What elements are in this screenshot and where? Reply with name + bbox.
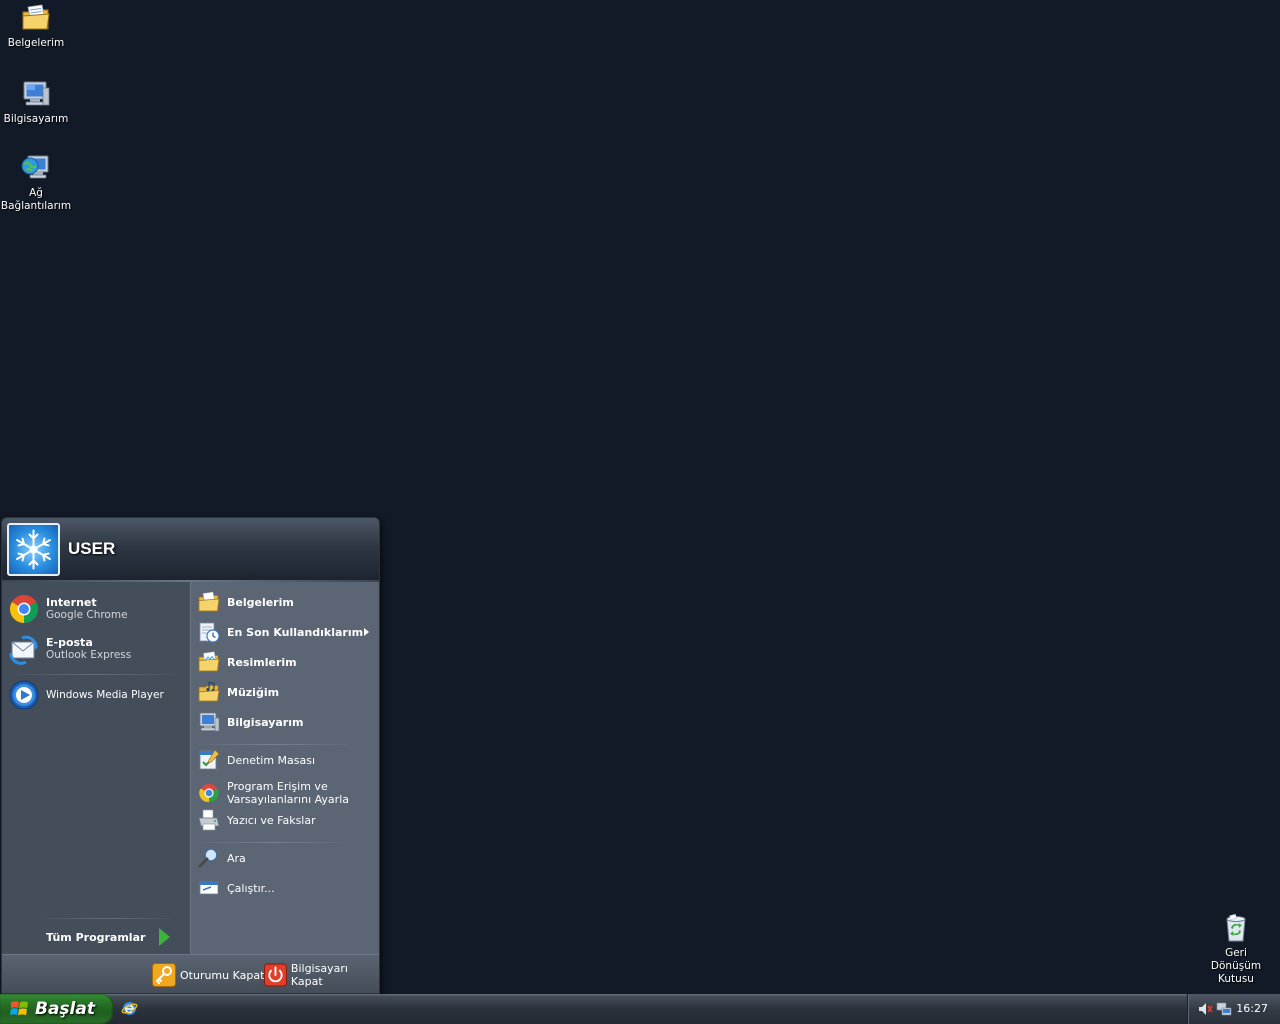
tool-item-label: Çalıştır... bbox=[227, 881, 275, 895]
pinned-item-title: Internet bbox=[46, 596, 97, 609]
volume-muted-icon[interactable] bbox=[1197, 1001, 1213, 1017]
separator bbox=[42, 918, 172, 919]
logoff-label: Oturumu Kapat bbox=[180, 968, 265, 982]
desktop-icon-label: Bilgisayarım bbox=[3, 113, 69, 125]
tool-item-ara[interactable]: Ara bbox=[197, 845, 377, 871]
recent-item-windows-media-player[interactable]: Windows Media Player bbox=[8, 677, 184, 713]
place-item-label: Resimlerim bbox=[227, 655, 297, 669]
separator bbox=[198, 842, 348, 843]
printer-icon bbox=[198, 809, 220, 831]
start-menu-header: USER bbox=[2, 518, 379, 581]
place-item-label: Belgelerim bbox=[227, 595, 294, 609]
desktop-icon-geri-donusum-kutusu[interactable]: Geri Dönüşüm Kutusu bbox=[1200, 912, 1272, 986]
snowflake-icon bbox=[16, 529, 51, 570]
program-access-icon bbox=[199, 784, 219, 803]
desktop-icon-belgelerim[interactable]: Belgelerim bbox=[0, 2, 72, 50]
settings-item-yazici-ve-fakslar[interactable]: Yazıcı ve Fakslar bbox=[197, 807, 377, 833]
pictures-folder-icon bbox=[198, 651, 220, 672]
green-arrow-icon bbox=[159, 928, 171, 946]
search-icon bbox=[198, 848, 218, 868]
music-folder-icon bbox=[198, 681, 220, 702]
settings-item-program-erisim[interactable]: Program Erişim ve Varsayılanlarını Ayarl… bbox=[197, 777, 377, 809]
windows-logo-icon bbox=[10, 1001, 28, 1016]
start-label: Başlat bbox=[35, 999, 95, 1019]
desktop-icon-ag-baglantilarim[interactable]: Ağ Bağlantılarım bbox=[0, 152, 72, 213]
pinned-item-internet[interactable]: Internet Google Chrome bbox=[8, 591, 184, 627]
clock[interactable]: 16:27 bbox=[1236, 1002, 1268, 1015]
my-computer-icon bbox=[199, 712, 220, 732]
desktop-icon-label: Belgelerim bbox=[7, 37, 65, 49]
power-icon bbox=[264, 963, 287, 987]
settings-item-label-line2: Varsayılanlarını Ayarla bbox=[227, 793, 349, 806]
desktop-icon-label-line1: Ağ bbox=[29, 187, 43, 199]
place-item-belgelerim[interactable]: Belgelerim bbox=[197, 589, 377, 615]
recent-documents-icon bbox=[199, 622, 220, 643]
desktop-icon-label-line1: Geri Dönüşüm bbox=[1210, 947, 1262, 972]
desktop-icon-label-line2: Kutusu bbox=[1218, 973, 1254, 985]
chrome-icon bbox=[10, 595, 38, 623]
start-button[interactable]: Başlat bbox=[0, 994, 114, 1024]
separator bbox=[10, 674, 180, 675]
shutdown-label: Bilgisayarı Kapat bbox=[290, 962, 348, 988]
network-connections-icon bbox=[21, 155, 49, 179]
control-panel-icon bbox=[199, 749, 220, 770]
place-item-muzigim[interactable]: Müziğim bbox=[197, 679, 377, 705]
username: USER bbox=[68, 539, 116, 558]
desktop-icon-bilgisayarim[interactable]: Bilgisayarım bbox=[0, 78, 72, 126]
pinned-item-subtitle: Google Chrome bbox=[46, 609, 128, 621]
pinned-item-title: E-posta bbox=[46, 636, 93, 649]
place-item-label: Müziğim bbox=[227, 685, 280, 699]
settings-item-label: Yazıcı ve Fakslar bbox=[227, 813, 316, 827]
logoff-button[interactable]: Oturumu Kapat bbox=[152, 962, 264, 988]
place-item-label: Bilgisayarım bbox=[227, 715, 304, 729]
place-item-bilgisayarim[interactable]: Bilgisayarım bbox=[197, 709, 377, 735]
desktop-icon-label-line2: Bağlantılarım bbox=[0, 200, 72, 212]
tool-item-calistir[interactable]: Çalıştır... bbox=[197, 875, 377, 901]
settings-item-denetim-masasi[interactable]: Denetim Masası bbox=[197, 747, 377, 773]
documents-folder-icon bbox=[22, 4, 50, 30]
recycle-bin-icon bbox=[1226, 913, 1246, 942]
internet-explorer-icon[interactable] bbox=[121, 1000, 138, 1017]
settings-item-label-line1: Program Erişim ve bbox=[227, 780, 328, 793]
taskbar: Başlat 16:27 bbox=[0, 994, 1280, 1024]
place-item-resimlerim[interactable]: Resimlerim bbox=[197, 649, 377, 675]
tool-item-label: Ara bbox=[227, 851, 246, 865]
documents-folder-icon bbox=[198, 591, 220, 612]
submenu-arrow-icon bbox=[364, 628, 369, 636]
start-menu: USER Internet Google Chrome E-posta Outl… bbox=[1, 517, 380, 994]
pinned-item-subtitle: Outlook Express bbox=[46, 649, 132, 661]
windows-media-player-icon bbox=[9, 680, 39, 710]
outlook-express-icon bbox=[9, 635, 38, 665]
network-status-icon[interactable] bbox=[1216, 1001, 1232, 1017]
separator bbox=[198, 744, 348, 745]
start-menu-footer: Oturumu Kapat Bilgisayarı Kapat bbox=[2, 954, 379, 993]
avatar[interactable] bbox=[7, 523, 60, 576]
recent-item-label: Windows Media Player bbox=[46, 688, 164, 701]
shutdown-button[interactable]: Bilgisayarı Kapat bbox=[264, 962, 379, 988]
place-item-label: En Son Kullandıklarım bbox=[227, 625, 364, 639]
all-programs-button[interactable]: Tüm Programlar bbox=[46, 926, 176, 948]
all-programs-label: Tüm Programlar bbox=[46, 930, 146, 944]
system-tray: 16:27 bbox=[1187, 994, 1280, 1024]
run-icon bbox=[199, 881, 219, 895]
place-item-en-son-kullandiklarim[interactable]: En Son Kullandıklarım bbox=[197, 619, 377, 645]
pinned-item-email[interactable]: E-posta Outlook Express bbox=[8, 631, 184, 667]
settings-item-label: Denetim Masası bbox=[227, 753, 316, 767]
my-computer-icon bbox=[23, 81, 50, 106]
key-icon bbox=[152, 963, 176, 987]
